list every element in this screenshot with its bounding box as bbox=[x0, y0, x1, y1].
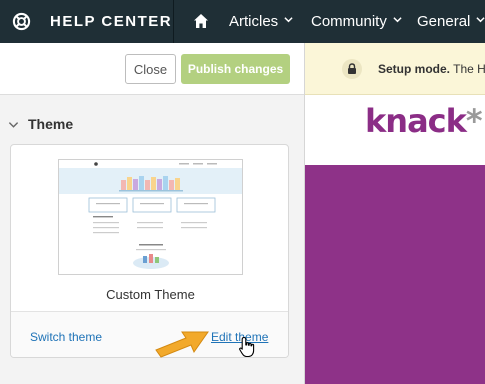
switch-theme-link[interactable]: Switch theme bbox=[30, 330, 102, 344]
chevron-down-icon bbox=[8, 121, 19, 128]
logo-area: knack* bbox=[305, 95, 485, 165]
brand[interactable]: HELP CENTER bbox=[0, 0, 174, 43]
arrow-pointer-icon bbox=[155, 331, 209, 358]
lock-icon bbox=[348, 63, 356, 74]
theme-section-title: Theme bbox=[28, 116, 74, 132]
home-icon[interactable] bbox=[193, 13, 209, 29]
chevron-down-icon bbox=[393, 17, 402, 23]
chevron-down-icon bbox=[284, 17, 293, 23]
publish-changes-button[interactable]: Publish changes bbox=[181, 54, 290, 84]
hand-cursor-icon bbox=[239, 336, 255, 358]
site-title: HELP CENTER bbox=[50, 13, 173, 30]
theme-thumbnail[interactable] bbox=[58, 159, 243, 275]
top-navigation-bar: HELP CENTER Articles Community General bbox=[0, 0, 485, 43]
lifebuoy-icon bbox=[12, 12, 31, 31]
setup-mode-banner: Setup mode. The H bbox=[305, 43, 485, 95]
setup-mode-label: Setup mode. bbox=[378, 62, 451, 76]
theme-section-toggle[interactable]: Theme bbox=[8, 116, 73, 132]
hero-section bbox=[305, 165, 485, 384]
panel-toolbar: Close Publish changes bbox=[0, 43, 304, 95]
chevron-down-icon bbox=[476, 17, 485, 23]
knack-logo: knack* bbox=[365, 102, 483, 140]
logo-wordmark: knack bbox=[365, 102, 467, 140]
help-center-preview: Setup mode. The H knack* bbox=[305, 43, 485, 384]
setup-mode-message: The H bbox=[450, 62, 485, 76]
theme-preview-image bbox=[59, 160, 242, 269]
logo-star: * bbox=[465, 102, 483, 140]
setup-mode-text: Setup mode. The H bbox=[378, 62, 485, 76]
nav-community-label: Community bbox=[311, 13, 387, 30]
nav-articles-label: Articles bbox=[229, 13, 279, 30]
lock-badge bbox=[342, 59, 362, 79]
close-button[interactable]: Close bbox=[125, 54, 176, 84]
theme-name: Custom Theme bbox=[106, 287, 195, 302]
nav-community[interactable]: Community bbox=[311, 13, 402, 30]
theme-card: Custom Theme Switch theme Edit theme bbox=[10, 144, 289, 358]
nav-general[interactable]: General bbox=[417, 13, 485, 30]
nav-general-label: General bbox=[417, 13, 471, 30]
nav-articles[interactable]: Articles bbox=[229, 13, 293, 30]
